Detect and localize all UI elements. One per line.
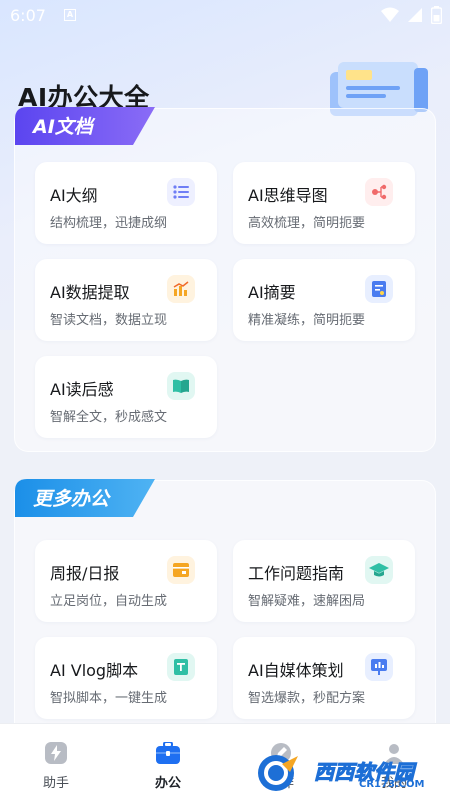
card-title: 工作问题指南 — [248, 564, 345, 583]
card-ai-summary[interactable]: AI摘要 精准凝练，简明扼要 — [233, 259, 415, 341]
section-title: AI文档 — [33, 115, 93, 138]
book-icon — [167, 372, 195, 400]
card-subtitle: 智解全文，秒成感文 — [50, 410, 168, 425]
presentation-icon — [365, 653, 393, 681]
card-subtitle: 智读文档，数据立现 — [50, 313, 168, 328]
card-ai-media-planning[interactable]: AI自媒体策划 智选爆款，秒配方案 — [233, 637, 415, 719]
card-title: AI大纲 — [50, 186, 98, 205]
card-title: AI自媒体策划 — [248, 661, 344, 680]
tab-assistant[interactable]: 助手 — [0, 724, 112, 801]
status-icons — [381, 6, 442, 24]
script-icon — [167, 653, 195, 681]
watermark-logo: 西西软件园 CR173.COM — [254, 752, 430, 794]
card-title: 周报/日报 — [50, 564, 120, 583]
card-ai-outline[interactable]: AI大纲 结构梳理，迅捷成纲 — [35, 162, 217, 244]
watermark-url: CR173.COM — [359, 779, 425, 790]
tab-label: 办公 — [154, 776, 181, 791]
card-ai-mindmap[interactable]: AI思维导图 高效梳理，简明扼要 — [233, 162, 415, 244]
lightning-icon — [45, 742, 67, 764]
notification-a-icon: A — [63, 9, 76, 21]
report-icon — [167, 556, 195, 584]
card-subtitle: 精准凝练，简明扼要 — [248, 313, 366, 328]
signal-icon — [408, 8, 422, 22]
card-subtitle: 高效梳理，简明扼要 — [248, 216, 366, 231]
tab-office[interactable]: 办公 — [112, 724, 224, 801]
card-title: AI读后感 — [50, 380, 114, 399]
card-title: AI思维导图 — [248, 186, 328, 205]
card-subtitle: 结构梳理，迅捷成纲 — [50, 216, 168, 231]
card-weekly-daily-report[interactable]: 周报/日报 立足岗位，自动生成 — [35, 540, 217, 622]
section-tag-ai-docs: AI文档 — [15, 107, 155, 145]
card-title: AI摘要 — [248, 283, 296, 302]
card-work-problem-guide[interactable]: 工作问题指南 智解疑难，速解困局 — [233, 540, 415, 622]
graduation-cap-icon — [365, 556, 393, 584]
card-ai-reflection[interactable]: AI读后感 智解全文，秒成感文 — [35, 356, 217, 438]
battery-icon — [431, 6, 442, 24]
card-title: AI Vlog脚本 — [50, 661, 139, 680]
list-icon — [167, 178, 195, 206]
card-subtitle: 智拟脚本，一键生成 — [50, 691, 168, 706]
card-ai-data-extract[interactable]: AI数据提取 智读文档，数据立现 — [35, 259, 217, 341]
section-title: 更多办公 — [33, 487, 110, 510]
card-ai-vlog-script[interactable]: AI Vlog脚本 智拟脚本，一键生成 — [35, 637, 217, 719]
briefcase-icon — [156, 742, 180, 764]
status-bar: 6:07 A — [0, 0, 450, 30]
card-subtitle: 立足岗位，自动生成 — [50, 594, 168, 609]
bar-chart-icon — [167, 275, 195, 303]
card-title: AI数据提取 — [50, 283, 130, 302]
wifi-icon — [381, 7, 399, 22]
card-subtitle: 智解疑难，速解困局 — [248, 594, 366, 609]
mindmap-icon — [365, 178, 393, 206]
status-time: 6:07 — [10, 5, 46, 25]
tab-label: 助手 — [42, 776, 69, 791]
document-edit-icon — [365, 275, 393, 303]
card-subtitle: 智选爆款，秒配方案 — [248, 691, 366, 706]
section-tag-more-office: 更多办公 — [15, 479, 155, 517]
watermark-emblem-icon — [258, 755, 298, 791]
